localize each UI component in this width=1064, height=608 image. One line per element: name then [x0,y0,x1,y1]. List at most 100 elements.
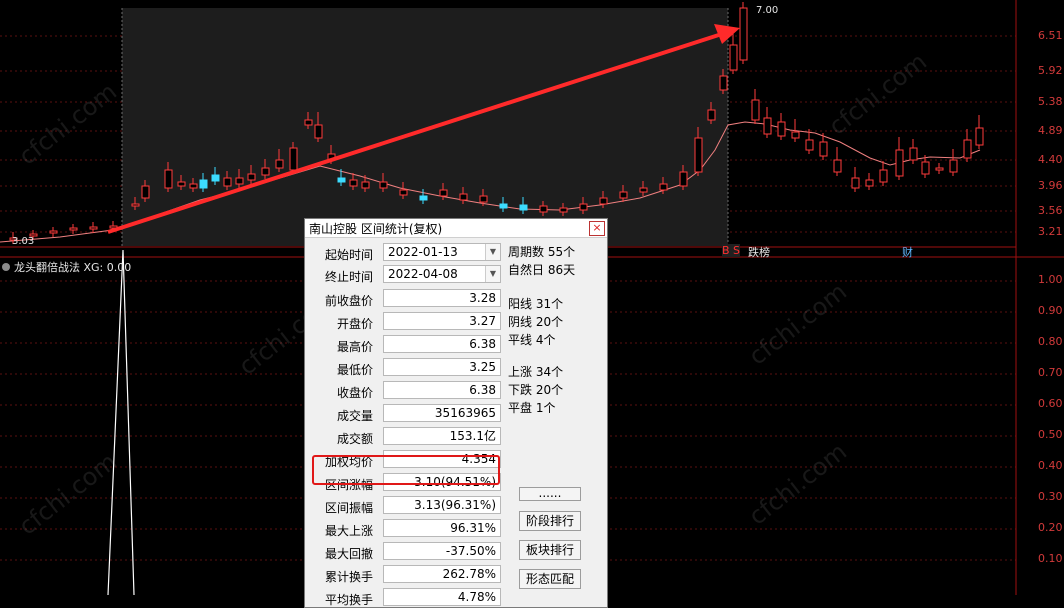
candle [419,195,428,201]
candle [679,171,688,187]
stage-rank-button[interactable]: 阶段排行 [519,511,581,531]
dialog-titlebar[interactable]: 南山控股 区间统计(复权) × [305,219,607,238]
peak-price-label: 7.00 [756,5,779,16]
field-value: 3.27 [383,312,501,330]
indicator-tick: 0.50 [1038,428,1063,441]
field-value: 153.1亿 [383,427,501,445]
end-date-row: 终止时间 2022-04-08 ▼ [309,265,501,285]
price-tick: 6.51 [1038,29,1063,42]
candle [949,159,958,173]
indicator-tick: 0.40 [1038,459,1063,472]
field-label: 最低价 [336,363,373,377]
candle [177,181,186,187]
field-row: 最大上涨 96.31% [309,519,501,539]
start-date-field[interactable]: 2022-01-13 ▼ [383,243,501,261]
candle [479,195,488,203]
price-tick: 5.38 [1038,95,1063,108]
more-button[interactable]: ...... [519,487,581,501]
indicator-title-text: 龙头翻倍战法 XG: 0.00 [14,261,132,274]
finance-tag[interactable]: 财 [902,244,913,260]
field-value: -37.50% [383,542,501,560]
pattern-match-button[interactable]: 形态匹配 [519,569,581,589]
dialog-title: 南山控股 区间统计(复权) [309,221,443,236]
candle [459,193,468,201]
sector-rank-button[interactable]: 板块排行 [519,540,581,560]
stat-natural-days: 自然日 86天 [508,263,576,277]
chevron-down-icon[interactable]: ▼ [485,266,500,282]
candle [921,161,930,175]
candle [289,147,298,171]
candle [69,227,78,231]
field-row: 最高价 6.38 [309,335,501,355]
interval-stats-dialog[interactable]: 南山控股 区间统计(复权) × 起始时间 2022-01-13 ▼ 终止时间 20… [304,218,608,608]
candle [579,203,588,211]
stat-rise-days: 上涨 34个 [508,365,564,379]
field-label: 区间振幅 [324,501,373,515]
indicator-tick: 0.10 [1038,552,1063,565]
field-value: 35163965 [383,404,501,422]
candle [805,139,814,151]
candle [349,179,358,187]
close-icon[interactable]: × [589,221,605,236]
field-row: 最低价 3.25 [309,358,501,378]
highlight-box [312,455,500,485]
candle [131,203,140,207]
field-row: 收盘价 6.38 [309,381,501,401]
field-value: 4.78% [383,588,501,606]
candle [659,183,668,191]
stat-fall-days: 下跌 20个 [508,383,564,397]
chevron-down-icon[interactable]: ▼ [485,244,500,260]
stat-flat-candles: 平线 4个 [508,333,556,347]
indicator-tick: 0.80 [1038,335,1063,348]
price-tick: 3.56 [1038,204,1063,217]
price-tick: 5.92 [1038,64,1063,77]
candle [247,173,256,181]
field-label: 成交量 [336,409,373,423]
field-label: 最大回撤 [324,547,373,561]
end-date-field[interactable]: 2022-04-08 ▼ [383,265,501,283]
candle [879,169,888,183]
candle [865,179,874,187]
candle [739,7,748,61]
indicator-tick: 1.00 [1038,273,1063,286]
candle [777,121,786,137]
candle [833,159,842,173]
stat-flat-days: 平盘 1个 [508,401,556,415]
field-value: 96.31% [383,519,501,537]
indicator-tick: 0.70 [1038,366,1063,379]
candle [935,167,944,171]
candle [314,124,323,139]
field-label: 开盘价 [336,317,373,331]
field-label: 累计换手 [324,570,373,584]
candle [729,44,738,71]
candle [539,205,548,213]
indicator-tick: 0.60 [1038,397,1063,410]
indicator-title[interactable]: 龙头翻倍战法 XG: 0.00 [2,259,131,275]
field-label: 最大上涨 [324,524,373,538]
stat-period: 周期数 55个 [508,245,576,259]
candle [694,137,703,173]
candle [49,230,58,234]
field-row: 成交额 153.1亿 [309,427,501,447]
candle [791,131,800,139]
indicator-tick: 0.90 [1038,304,1063,317]
indicator-toggle-icon[interactable] [2,263,10,271]
candle [199,179,208,189]
field-row: 开盘价 3.27 [309,312,501,332]
stat-up-candles: 阳线 31个 [508,297,564,311]
candle [499,203,508,209]
bs-tag[interactable]: B S [722,244,741,257]
ranking-tag[interactable]: 跌榜 [748,244,770,260]
candle [304,119,313,126]
candle [439,189,448,197]
candle [141,185,150,199]
candle [379,181,388,189]
price-tick: 3.21 [1038,225,1063,238]
price-tick: 4.40 [1038,153,1063,166]
field-value: 6.38 [383,335,501,353]
candle [963,139,972,159]
price-tick: 4.89 [1038,124,1063,137]
field-value: 3.13(96.31%) [383,496,501,514]
field-label: 平均换手 [324,593,373,607]
candle [819,141,828,157]
